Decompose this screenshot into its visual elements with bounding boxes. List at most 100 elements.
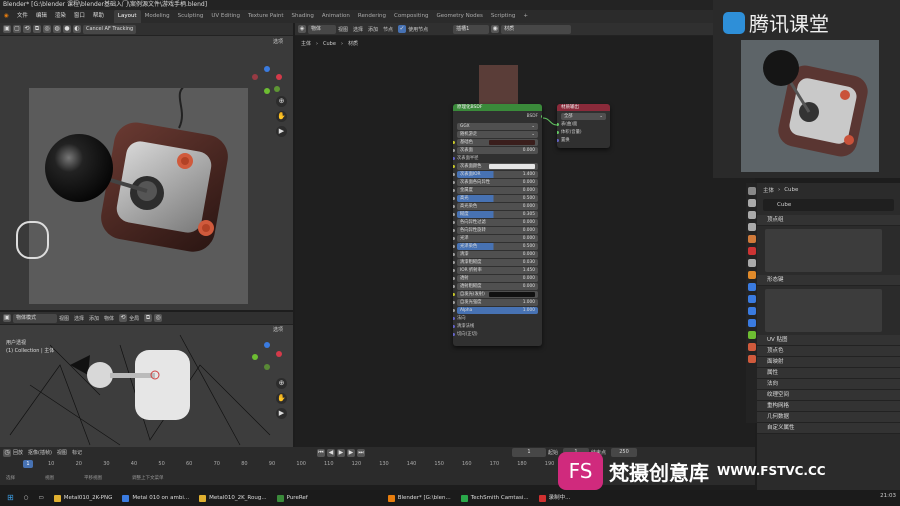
menu-select[interactable]: 选择 [74, 315, 84, 322]
texture-tab-icon[interactable] [747, 355, 756, 363]
shader-node-editor[interactable]: ◈ 物体 视图 选择 添加 节点 ✓ 使用节点 插槽1 ◉ 材质 主体 › Cu… [295, 23, 755, 447]
add-workspace-button[interactable]: + [519, 10, 532, 23]
tab-texture-paint[interactable]: Texture Paint [244, 10, 288, 23]
taskbar-item[interactable]: Metal010_2K-PNG [50, 492, 117, 504]
menu-help[interactable]: 帮助 [89, 10, 108, 23]
transform-icon[interactable]: ⟲ [23, 25, 31, 33]
taskbar-item[interactable]: Blender* [G:\blen... [384, 492, 455, 504]
timeline-tick-label: 90 [268, 461, 276, 467]
world-tab-icon[interactable] [747, 247, 756, 255]
timeline-tick-label: 20 [75, 461, 82, 467]
tab-scripting[interactable]: Scripting [487, 10, 519, 23]
editor-type-icon[interactable]: ▣ [3, 25, 11, 33]
tencent-watermark: 腾讯课堂 [723, 8, 829, 37]
camera-icon[interactable]: ▶ [276, 126, 287, 137]
zoom-icon[interactable]: ⊕ [276, 378, 287, 389]
render-preview-window: 腾讯课堂 [713, 0, 900, 178]
timeline-tick-label: 180 [517, 461, 527, 467]
transform-orientation-dropdown[interactable]: 全局 [129, 315, 139, 322]
status-view: 视图 [45, 476, 54, 481]
select-mode-icon[interactable]: ▢ [13, 25, 21, 33]
playhead[interactable]: 1 [23, 460, 33, 468]
menu-view[interactable]: 视图 [59, 315, 69, 322]
vertex-groups-list[interactable] [765, 229, 882, 272]
tab-shading[interactable]: Shading [288, 10, 318, 23]
tab-compositing[interactable]: Compositing [390, 10, 432, 23]
mode-dropdown[interactable]: 物体模式 [13, 313, 57, 323]
shading-render-icon[interactable]: ◐ [73, 25, 81, 33]
view-layer-tab-icon[interactable] [747, 223, 756, 231]
data-tab-icon[interactable] [747, 331, 756, 339]
options-dropdown[interactable]: 选项 [273, 38, 283, 45]
scene-tab-icon[interactable] [747, 235, 756, 243]
zoom-icon[interactable]: ⊕ [276, 96, 287, 107]
axis-gizmo[interactable] [252, 342, 282, 372]
tab-modeling[interactable]: Modeling [141, 10, 174, 23]
properties-section[interactable]: 顶点色 [757, 346, 900, 357]
menu-edit[interactable]: 编辑 [32, 10, 51, 23]
editor-type-icon[interactable]: ▣ [3, 314, 11, 322]
properties-section[interactable]: 纹理空间 [757, 390, 900, 401]
menu-add[interactable]: 添加 [89, 315, 99, 322]
properties-section[interactable]: 法向 [757, 379, 900, 390]
menu-file[interactable]: 文件 [13, 10, 32, 23]
camera-icon[interactable]: ▶ [276, 408, 287, 419]
tab-geometry-nodes[interactable]: Geometry Nodes [432, 10, 486, 23]
search-icon[interactable]: ○ [20, 492, 33, 504]
taskbar-item-label: Metal010_2K-PNG [63, 495, 113, 501]
overlay-icon[interactable]: ◍ [53, 25, 61, 33]
tab-uv-editing[interactable]: UV Editing [207, 10, 244, 23]
taskbar-item[interactable]: PureRef [273, 492, 312, 504]
viewport-camera[interactable]: ▣ ▢ ⟲ ⧉ ◎ ◍ ● ◐ Cancel AF Tracking 选项 ⊕ … [0, 23, 293, 310]
taskbar-item[interactable]: Metal010_2K_Roug... [195, 492, 270, 504]
physics-tab-icon[interactable] [747, 307, 756, 315]
particles-tab-icon[interactable] [747, 295, 756, 303]
tab-layout[interactable]: Layout [113, 10, 141, 23]
pan-hand-icon[interactable]: ✋ [276, 393, 287, 404]
timeline-tick-label: 60 [186, 461, 193, 467]
shape-keys-section[interactable]: 形态键 [757, 275, 900, 286]
material-tab-icon[interactable] [747, 343, 756, 351]
proportional-icon[interactable]: ◎ [43, 25, 51, 33]
viewport-perspective[interactable]: ▣ 物体模式 视图 选择 添加 物体 ⟲ 全局 ⧉ ◎ 用户透视 (1) Col… [0, 312, 293, 447]
taskbar-item[interactable]: TechSmith Camtasi... [457, 492, 533, 504]
cancel-af-tracking-button[interactable]: Cancel AF Tracking [83, 24, 137, 34]
taskbar-item[interactable]: 录制中... [535, 492, 575, 504]
clock[interactable]: 21:03 [880, 493, 896, 499]
output-tab-icon[interactable] [747, 211, 756, 219]
axis-gizmo[interactable] [252, 66, 282, 96]
tab-rendering[interactable]: Rendering [354, 10, 390, 23]
blender-logo-icon[interactable]: ◉ [0, 10, 13, 23]
modifier-tab-icon[interactable] [747, 283, 756, 291]
vertex-groups-section[interactable]: 顶点组 [757, 215, 900, 226]
shape-keys-list[interactable] [765, 289, 882, 332]
task-view-icon[interactable]: ▭ [35, 492, 48, 504]
pan-hand-icon[interactable]: ✋ [276, 111, 287, 122]
menu-object[interactable]: 物体 [104, 315, 114, 322]
render-tab-icon[interactable] [747, 199, 756, 207]
properties-section[interactable]: 属性 [757, 368, 900, 379]
properties-section[interactable]: 面映射 [757, 357, 900, 368]
properties-section[interactable]: 几何数据 [757, 412, 900, 423]
transform-orientation-icon[interactable]: ⟲ [119, 314, 128, 322]
mouse-icon [16, 221, 49, 259]
constraints-tab-icon[interactable] [747, 319, 756, 327]
timeline-tick-label: 170 [489, 461, 500, 467]
start-button[interactable]: ⊞ [3, 492, 18, 504]
shading-solid-icon[interactable]: ● [63, 25, 71, 33]
properties-section[interactable]: UV 贴图 [757, 335, 900, 346]
object-tab-icon[interactable] [747, 271, 756, 279]
snap-icon[interactable]: ⧉ [33, 25, 41, 33]
taskbar-item[interactable]: Metal 010 on ambi... [118, 492, 193, 504]
collection-tab-icon[interactable] [747, 259, 756, 267]
proportional-icon[interactable]: ◎ [154, 314, 163, 322]
mesh-name-field[interactable]: Cube [763, 199, 894, 211]
menu-window[interactable]: 窗口 [70, 10, 89, 23]
tool-tab-icon[interactable] [747, 187, 756, 195]
snap-icon[interactable]: ⧉ [144, 314, 153, 322]
tab-animation[interactable]: Animation [318, 10, 354, 23]
menu-render[interactable]: 渲染 [51, 10, 70, 23]
properties-section[interactable]: 自定义属性 [757, 423, 900, 434]
properties-section[interactable]: 重构网格 [757, 401, 900, 412]
tab-sculpting[interactable]: Sculpting [174, 10, 208, 23]
